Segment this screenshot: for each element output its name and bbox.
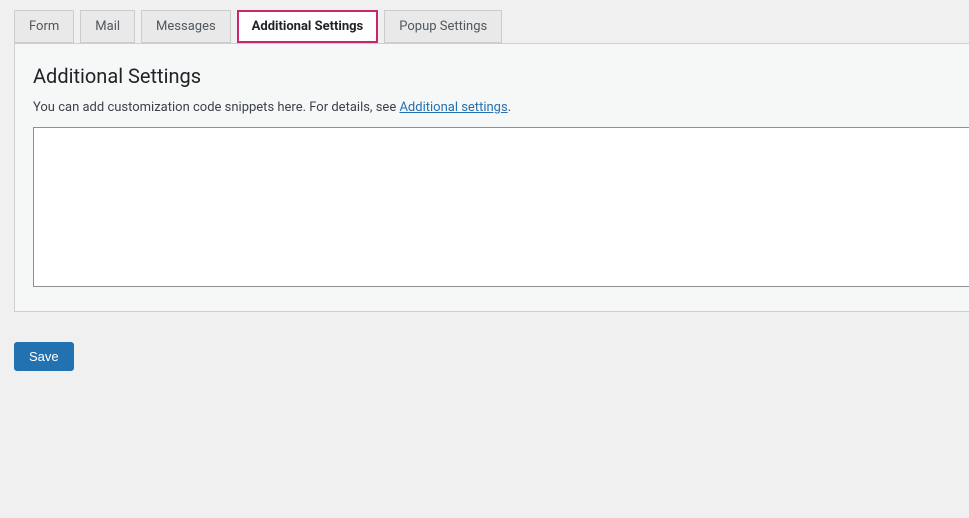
save-row: Save <box>0 312 969 371</box>
tab-messages[interactable]: Messages <box>141 10 231 43</box>
desc-prefix: You can add customization code snippets … <box>33 100 399 115</box>
additional-settings-textarea[interactable] <box>33 127 969 287</box>
tabs-row: Form Mail Messages Additional Settings P… <box>0 0 969 43</box>
panel-description: You can add customization code snippets … <box>33 100 969 115</box>
tab-additional-settings[interactable]: Additional Settings <box>237 10 379 43</box>
desc-suffix: . <box>508 100 511 115</box>
additional-settings-link[interactable]: Additional settings <box>399 100 507 115</box>
tab-mail[interactable]: Mail <box>80 10 135 43</box>
settings-panel: Additional Settings You can add customiz… <box>14 43 969 312</box>
panel-heading: Additional Settings <box>33 64 969 88</box>
save-button[interactable]: Save <box>14 342 74 371</box>
tab-popup-settings[interactable]: Popup Settings <box>384 10 502 43</box>
tab-form[interactable]: Form <box>14 10 74 43</box>
